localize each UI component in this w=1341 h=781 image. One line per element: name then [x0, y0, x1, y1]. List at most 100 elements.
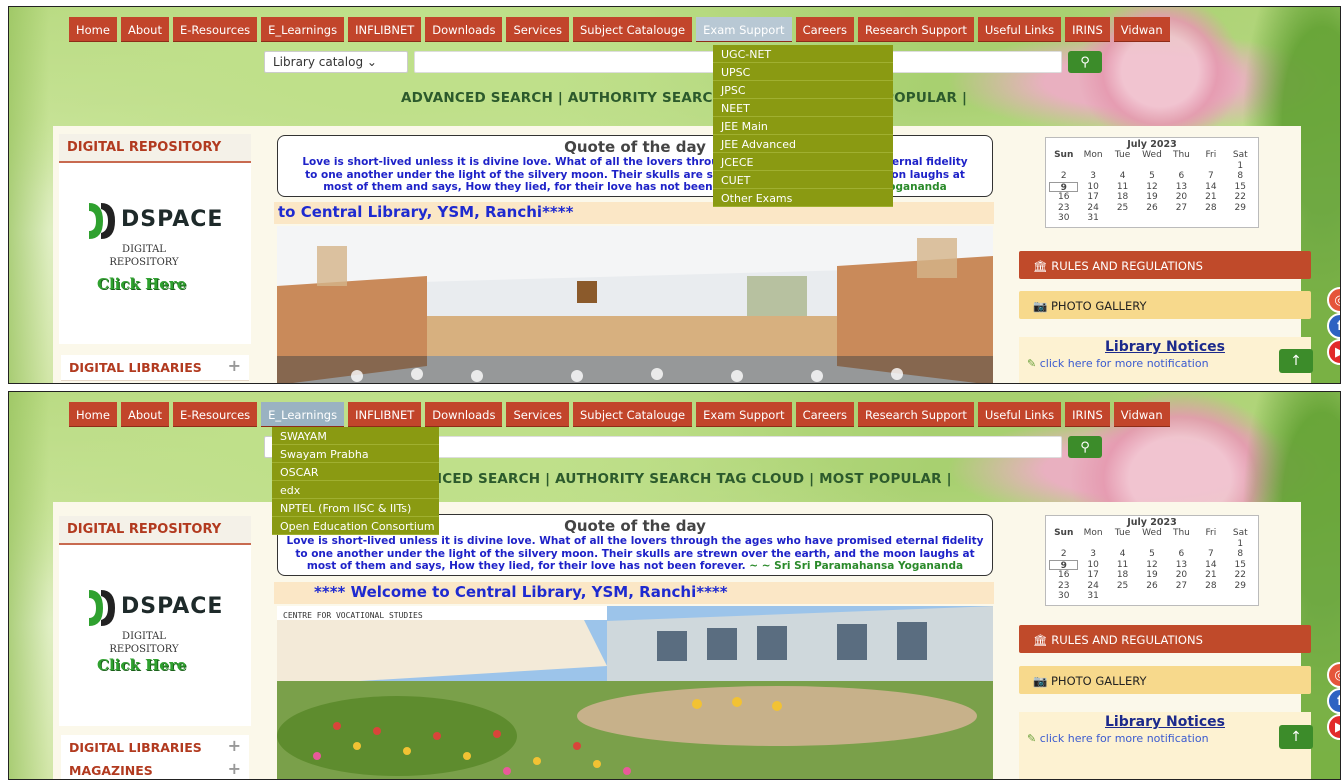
nav-exam-support[interactable]: Exam Support: [696, 402, 792, 427]
calendar-day[interactable]: 26: [1137, 203, 1166, 214]
calendar-day[interactable]: 3: [1078, 171, 1107, 182]
calendar-day[interactable]: 28: [1196, 203, 1225, 214]
nav-subject-catalogue[interactable]: Subject Catalouge: [572, 17, 693, 42]
calendar-day[interactable]: 22: [1226, 570, 1255, 581]
calendar-day[interactable]: 4: [1108, 171, 1137, 182]
nav-home[interactable]: Home: [69, 402, 117, 427]
advanced-search-links[interactable]: ICED SEARCH | AUTHORITY SEARCH TAG CLOUD…: [437, 471, 952, 487]
calendar-day[interactable]: 24: [1078, 203, 1107, 214]
calendar-day[interactable]: 12: [1137, 182, 1166, 193]
calendar-day[interactable]: 25: [1108, 203, 1137, 214]
nav-careers[interactable]: Careers: [795, 17, 855, 42]
menu-item-upsc[interactable]: UPSC: [713, 63, 893, 81]
nav-research-support[interactable]: Research Support: [858, 402, 974, 427]
calendar-day[interactable]: 21: [1196, 570, 1225, 581]
menu-item-nptel[interactable]: NPTEL (From IISC & IITs): [272, 499, 439, 517]
photo-gallery-button[interactable]: 📷 PHOTO GALLERY: [1019, 666, 1311, 694]
most-popular-link[interactable]: POPULAR |: [884, 90, 967, 106]
calendar-day[interactable]: 18: [1108, 570, 1137, 581]
nav-downloads[interactable]: Downloads: [425, 17, 503, 42]
notices-link[interactable]: ✎ click here for more notification: [1019, 730, 1311, 747]
menu-item-swayam[interactable]: SWAYAM: [272, 427, 439, 445]
calendar-day[interactable]: 14: [1196, 560, 1225, 571]
calendar-day[interactable]: 11: [1108, 560, 1137, 571]
calendar-day[interactable]: 31: [1078, 591, 1107, 602]
nav-e-resources[interactable]: E-Resources: [172, 402, 258, 427]
nav-e-learnings[interactable]: E_Learnings: [261, 17, 345, 42]
search-button[interactable]: ⚲: [1068, 51, 1102, 73]
photo-gallery-button[interactable]: 📷 PHOTO GALLERY: [1019, 291, 1311, 319]
calendar-day[interactable]: 6: [1167, 171, 1196, 182]
rules-and-regulations-button[interactable]: 🏛 RULES AND REGULATIONS: [1019, 625, 1311, 653]
calendar-day[interactable]: 28: [1196, 581, 1225, 592]
calendar-day[interactable]: 19: [1137, 192, 1166, 203]
menu-item-open-education-consortium[interactable]: Open Education Consortium: [272, 517, 439, 535]
calendar-day[interactable]: 10: [1078, 560, 1107, 571]
calendar-day[interactable]: 8: [1226, 549, 1255, 560]
calendar-day[interactable]: 9: [1049, 559, 1079, 571]
nav-exam-support[interactable]: Exam Support: [696, 17, 792, 42]
calendar-day[interactable]: 12: [1137, 560, 1166, 571]
nav-inflibnet[interactable]: INFLIBNET: [348, 17, 422, 42]
calendar-day[interactable]: 9: [1049, 181, 1079, 193]
calendar-day[interactable]: 7: [1196, 171, 1225, 182]
calendar-day[interactable]: 7: [1196, 549, 1225, 560]
calendar-day[interactable]: 25: [1108, 581, 1137, 592]
calendar-day[interactable]: 14: [1196, 182, 1225, 193]
nav-careers[interactable]: Careers: [795, 402, 855, 427]
calendar-day[interactable]: 16: [1049, 570, 1078, 581]
calendar-day[interactable]: 2: [1049, 171, 1078, 182]
calendar-day[interactable]: 29: [1226, 203, 1255, 214]
calendar-day[interactable]: 1: [1226, 161, 1255, 172]
notices-link[interactable]: ✎ click here for more notification: [1019, 355, 1311, 372]
calendar-day[interactable]: 17: [1078, 570, 1107, 581]
nav-subject-catalogue[interactable]: Subject Catalouge: [572, 402, 693, 427]
calendar-day[interactable]: 15: [1226, 182, 1255, 193]
nav-e-learnings[interactable]: E_Learnings: [261, 402, 345, 427]
menu-item-jcece[interactable]: JCECE: [713, 153, 893, 171]
menu-item-neet[interactable]: NEET: [713, 99, 893, 117]
menu-item-ugc-net[interactable]: UGC-NET: [713, 45, 893, 63]
calendar-day[interactable]: 18: [1108, 192, 1137, 203]
menu-item-swayam-prabha[interactable]: Swayam Prabha: [272, 445, 439, 463]
calendar-day[interactable]: 5: [1137, 171, 1166, 182]
menu-item-jee-main[interactable]: JEE Main: [713, 117, 893, 135]
calendar-day[interactable]: 23: [1049, 203, 1078, 214]
click-here-link[interactable]: Click Here: [97, 656, 186, 674]
nav-vidwan[interactable]: Vidwan: [1113, 402, 1170, 427]
scroll-top-button[interactable]: ↑: [1279, 725, 1313, 749]
calendar-day[interactable]: 6: [1167, 549, 1196, 560]
nav-vidwan[interactable]: Vidwan: [1113, 17, 1170, 42]
calendar-day[interactable]: 21: [1196, 192, 1225, 203]
search-button[interactable]: ⚲: [1068, 436, 1102, 458]
nav-downloads[interactable]: Downloads: [425, 402, 503, 427]
calendar-day[interactable]: 30: [1049, 591, 1078, 602]
calendar-day[interactable]: 1: [1226, 539, 1255, 550]
calendar-day[interactable]: 30: [1049, 213, 1078, 224]
nav-useful-links[interactable]: Useful Links: [977, 17, 1062, 42]
nav-useful-links[interactable]: Useful Links: [977, 402, 1062, 427]
calendar-day[interactable]: 8: [1226, 171, 1255, 182]
calendar-day[interactable]: 13: [1167, 182, 1196, 193]
calendar-day[interactable]: 16: [1049, 192, 1078, 203]
nav-inflibnet[interactable]: INFLIBNET: [348, 402, 422, 427]
nav-services[interactable]: Services: [506, 402, 569, 427]
menu-item-edx[interactable]: edx: [272, 481, 439, 499]
calendar-day[interactable]: 20: [1167, 192, 1196, 203]
calendar-day[interactable]: 3: [1078, 549, 1107, 560]
calendar-day[interactable]: 5: [1137, 549, 1166, 560]
nav-about[interactable]: About: [120, 402, 169, 427]
menu-item-oscar[interactable]: OSCAR: [272, 463, 439, 481]
calendar-day[interactable]: 11: [1108, 182, 1137, 193]
calendar-day[interactable]: 26: [1137, 581, 1166, 592]
search-input[interactable]: [414, 436, 1062, 458]
calendar-day[interactable]: 27: [1167, 581, 1196, 592]
nav-irins[interactable]: IRINS: [1065, 17, 1110, 42]
calendar-day[interactable]: 31: [1078, 213, 1107, 224]
calendar-day[interactable]: 17: [1078, 192, 1107, 203]
nav-home[interactable]: Home: [69, 17, 117, 42]
digital-libraries-link[interactable]: DIGITAL LIBRARIES +: [61, 355, 249, 381]
nav-research-support[interactable]: Research Support: [858, 17, 974, 42]
menu-item-jpsc[interactable]: JPSC: [713, 81, 893, 99]
calendar-day[interactable]: 10: [1078, 182, 1107, 193]
